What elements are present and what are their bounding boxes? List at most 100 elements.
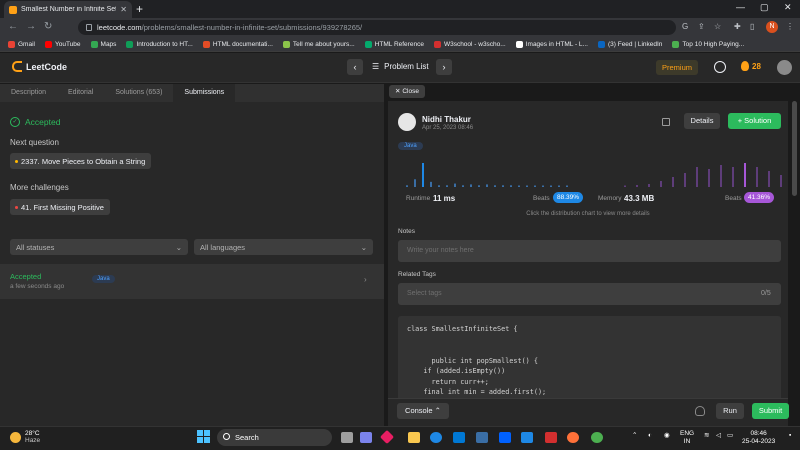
bookmark-favicon-icon <box>44 40 52 48</box>
bookmark-label: HTML documentati... <box>212 40 273 48</box>
post-solution-button[interactable]: + Solution <box>728 113 781 129</box>
next-problem-button[interactable]: › <box>436 59 452 75</box>
debug-icon[interactable] <box>695 406 705 416</box>
bookmark-item[interactable]: Images in HTML - L... <box>515 40 588 48</box>
weather-condition: Haze <box>25 437 41 444</box>
windows-start-icon[interactable] <box>197 430 210 443</box>
run-button[interactable]: Run <box>716 403 744 419</box>
streak-counter[interactable]: 28 <box>741 61 761 71</box>
tab-submissions[interactable]: Submissions <box>173 84 236 102</box>
left-tabs: Description Editorial Solutions (653) Su… <box>0 84 384 102</box>
minimize-icon[interactable]: — <box>736 2 745 12</box>
status-filter-label: All statuses <box>16 242 55 252</box>
maximize-icon[interactable]: ▢ <box>760 2 769 13</box>
chevron-down-icon: ⌄ <box>175 242 182 252</box>
more-challenge-link[interactable]: 41. First Missing Positive <box>10 199 110 215</box>
clock-date: 25-04-2023 <box>742 437 776 445</box>
distribution-bar <box>486 184 488 187</box>
tab-close-icon[interactable]: ✕ <box>120 5 127 14</box>
back-icon[interactable]: ← <box>8 21 18 32</box>
bookmark-item[interactable]: YouTube <box>44 40 81 48</box>
wps-icon[interactable] <box>545 432 557 443</box>
leetcode-logo[interactable]: LeetCode <box>12 61 67 72</box>
clock-widget[interactable]: 08:46 25-04-2023 <box>742 430 775 445</box>
user-avatar[interactable] <box>777 60 792 75</box>
status-filter[interactable]: All statuses ⌄ <box>10 239 188 255</box>
submission-row[interactable]: Accepted a few seconds ago Java › <box>0 264 384 299</box>
weather-widget[interactable]: 28°C Haze <box>10 430 40 444</box>
extensions-icon[interactable]: ✚ <box>734 22 741 31</box>
volume-icon[interactable]: ◁ <box>716 432 721 440</box>
wifi-icon[interactable]: ≋ <box>704 432 709 440</box>
timer-icon[interactable] <box>714 61 726 73</box>
bookmark-favicon-icon <box>282 40 290 48</box>
file-explorer-icon[interactable] <box>408 432 420 443</box>
store-icon[interactable] <box>476 432 488 443</box>
window-close-icon[interactable]: ✕ <box>784 2 792 13</box>
menu-dots-icon[interactable]: ⋮ <box>786 22 794 31</box>
notes-input[interactable]: Write your notes here <box>398 240 781 262</box>
word-icon[interactable] <box>521 432 533 443</box>
taskbar-search[interactable]: Search <box>217 429 332 446</box>
edit-icon[interactable] <box>662 118 670 126</box>
share-icon[interactable]: ⇪ <box>698 22 705 31</box>
tab-editorial[interactable]: Editorial <box>57 84 104 102</box>
distribution-bar <box>446 185 448 187</box>
close-button[interactable]: ✕ Close <box>389 85 425 98</box>
bookmark-item[interactable]: W3school - w3scho... <box>433 40 506 48</box>
language-indicator[interactable]: ENG IN <box>680 430 694 445</box>
tray-app2-icon[interactable]: ◉ <box>664 432 670 440</box>
bookmark-item[interactable]: (3) Feed | LinkedIn <box>597 40 662 48</box>
address-bar[interactable]: leetcode.com/problems/smallest-number-in… <box>78 20 676 35</box>
console-button[interactable]: Console ⌃ <box>397 403 449 419</box>
tab-description[interactable]: Description <box>0 84 57 102</box>
weather-temp: 28°C <box>25 430 40 437</box>
tray-app-icon[interactable]: ◐ <box>648 432 652 440</box>
bookmark-item[interactable]: HTML Reference <box>364 40 424 48</box>
sidepanel-icon[interactable]: ▯ <box>750 22 754 31</box>
tags-count: 0/5 <box>761 290 771 297</box>
distribution-bar <box>494 185 496 187</box>
next-question-link[interactable]: 2337. Move Pieces to Obtain a String <box>10 153 152 169</box>
profile-avatar[interactable]: N <box>766 21 778 33</box>
chevron-up-icon[interactable]: ⌃ <box>632 432 637 440</box>
language-filter[interactable]: All languages ⌄ <box>194 239 373 255</box>
dropbox-icon[interactable] <box>499 432 511 443</box>
bookmark-item[interactable]: HTML documentati... <box>202 40 273 48</box>
bookmark-item[interactable]: Top 10 High Paying... <box>672 40 744 48</box>
bookmark-item[interactable]: Gmail <box>8 40 35 48</box>
bookmark-item[interactable]: Maps <box>90 40 116 48</box>
bookmark-star-icon[interactable]: ☆ <box>714 22 721 31</box>
scrollbar[interactable] <box>792 101 797 196</box>
tab-solutions[interactable]: Solutions (653) <box>104 84 173 102</box>
submission-detail-panel: Nidhi Thakur Apr 25, 2023 08:46 Details … <box>388 101 788 426</box>
distribution-bar <box>510 185 512 187</box>
submit-button[interactable]: Submit <box>752 403 789 419</box>
edge-icon[interactable] <box>430 432 442 443</box>
forward-icon[interactable]: → <box>26 21 36 32</box>
bookmark-item[interactable]: Introduction to HT... <box>126 40 193 48</box>
battery-icon[interactable]: ▭ <box>727 432 733 440</box>
problem-list-button[interactable]: ☰ Problem List <box>372 62 429 71</box>
chrome-icon[interactable] <box>591 432 603 443</box>
google-icon[interactable]: G <box>682 22 688 31</box>
distribution-bar <box>708 169 710 187</box>
teams-icon[interactable] <box>360 432 372 443</box>
bookmark-label: Images in HTML - L... <box>525 40 588 48</box>
tags-input[interactable]: Select tags <box>398 283 781 305</box>
bookmark-item[interactable]: Tell me about yours... <box>282 40 355 48</box>
premium-button[interactable]: Premium <box>656 60 698 75</box>
prev-problem-button[interactable]: ‹ <box>347 59 363 75</box>
details-button[interactable]: Details <box>684 113 720 129</box>
notification-icon[interactable]: ▪ <box>789 432 791 440</box>
runtime-label: Runtime <box>406 195 431 202</box>
firefox-icon[interactable] <box>567 432 579 443</box>
browser-tab[interactable]: Smallest Number in Infinite Set - ✕ <box>4 1 132 18</box>
distribution-bar <box>550 185 552 187</box>
reload-icon[interactable]: ↻ <box>44 21 52 32</box>
task-view-icon[interactable] <box>341 432 353 443</box>
distribution-chart[interactable] <box>388 156 788 196</box>
new-tab-icon[interactable]: + <box>136 2 143 16</box>
next-question-title: 2337. Move Pieces to Obtain a String <box>21 156 146 166</box>
mail-icon[interactable] <box>453 432 465 443</box>
